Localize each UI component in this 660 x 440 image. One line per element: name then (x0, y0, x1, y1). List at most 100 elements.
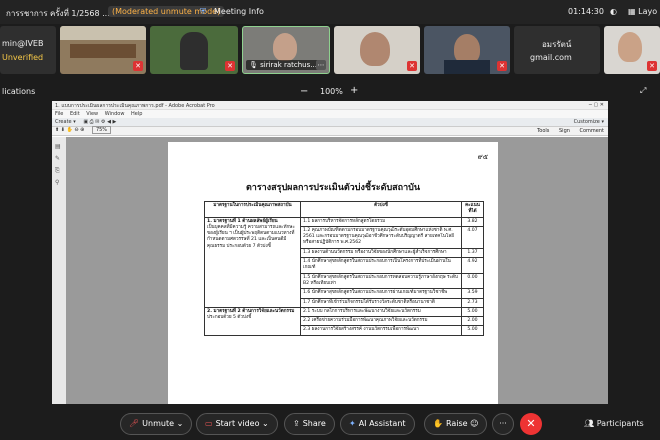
zoom-select[interactable]: 75% (91, 126, 112, 134)
unmute-button[interactable]: 🎤︎ Unmute ⌄ (120, 413, 193, 435)
meeting-top-bar: การรชาการ ครั้งที่ 1/2568 ... (Moderated… (0, 0, 660, 24)
standard-desc: เป็นบุคคลที่มีความรู้ ความสามารถและทักษะ… (207, 224, 295, 249)
standard-desc: ประกอบด้วย 5 ตัวบ่งชี้ (207, 315, 252, 321)
score-cell: 2.73 (461, 297, 484, 308)
indicator-cell: 1.1 ผลการบริหารจัดการหลักสูตรโดยรวม (300, 216, 462, 227)
layout-button[interactable]: ▦ Layo (628, 7, 657, 16)
indicator-cell: 1.6 นักศึกษาสุขหลักสูตรในสถานประกอบการผ่… (300, 288, 462, 299)
participant-status: Unverified (2, 53, 44, 62)
meeting-info-button[interactable]: Meeting Info (214, 7, 264, 16)
leave-button[interactable]: ✕ (520, 413, 542, 435)
score-cell: 5.00 (461, 325, 484, 336)
participant-tile[interactable]: ✕ (150, 26, 238, 74)
customize-button[interactable]: Customize ▾ (574, 119, 604, 125)
tools-tab[interactable]: Tools (537, 128, 549, 134)
sign-tab[interactable]: Sign (559, 128, 570, 134)
participant-tile[interactable]: min@IVEB Unverified (0, 26, 56, 74)
raise-hand-icon: ✋ (433, 419, 443, 428)
zoom-in-button[interactable]: + (350, 85, 358, 96)
assessment-table: มาตรฐานในการประเมินคุณภาพสถาบัน ตัวบ่งชี… (204, 201, 484, 336)
window-title: 1. แบบการประเมินผลการประเมินคุณภาพการ.pd… (55, 103, 215, 109)
document-viewport[interactable]: ▤ ✎ ⎘ ⚲ ๙๕ ตารางสรุปผลการประเมินตัวบ่งชี้ระ… (52, 137, 608, 433)
score-cell: 3.59 (461, 288, 484, 299)
ai-assistant-icon: ✦ (349, 419, 356, 428)
create-button[interactable]: Create ▾ (55, 119, 76, 125)
header-score: คะแนนที่ได้ (461, 201, 484, 218)
participant-name-label: sirirak ratchus... (260, 61, 317, 69)
indicator-cell: 1.7 นักศึกษาที่เข้าร่วมกิจกรรมได้รับรางว… (300, 297, 462, 308)
standard-title: 1. มาตรฐานที่ 1 ด้านผลลัพธ์ผู้เรียน (207, 218, 278, 224)
page-title: ตารางสรุปผลการประเมินตัวบ่งชี้ระดับสถาบั… (245, 183, 421, 193)
header-standard: มาตรฐานในการประเมินคุณภาพสถาบัน (204, 201, 301, 218)
score-cell: 4.92 (461, 257, 484, 274)
share-icon: ⇪ (293, 419, 300, 428)
participant-name: อมรรัตน์ (542, 40, 572, 49)
menu-window[interactable]: Window (105, 111, 125, 117)
muted-mic-icon: ✕ (497, 61, 507, 71)
shield-icon: ⛨ (200, 7, 206, 16)
participants-icon: 👥︎ (584, 419, 595, 428)
start-video-button[interactable]: ▭ Start video ⌄ (196, 413, 278, 435)
menu-view[interactable]: View (86, 111, 98, 117)
table-row: 2. มาตรฐานที่ 2 ด้านการวิจัยและนวัตกรรมป… (204, 306, 484, 336)
participant-tile[interactable]: อมรรัตน์ gmail.com (514, 26, 600, 74)
score-cell: 2.00 (461, 316, 484, 327)
layout-icon: ▦ (628, 7, 636, 16)
video-wall (60, 26, 146, 40)
zoom-out-button[interactable]: − (300, 86, 308, 97)
raise-hand-button[interactable]: ✋ Raise ☺ (424, 413, 488, 435)
menu-file[interactable]: File (55, 111, 63, 117)
window-controls[interactable]: ─ ▢ ✕ (589, 102, 604, 108)
toolbar-icons[interactable]: ▣ ⎙ ✉ ⚙ ◀ ▶ (83, 119, 116, 125)
score-cell: 3.82 (461, 216, 484, 227)
acrobat-menu-bar: File Edit View Window Help (52, 110, 608, 118)
expand-icon[interactable]: ⤢ (640, 86, 646, 96)
standard-cell: 1. มาตรฐานที่ 1 ด้านผลลัพธ์ผู้เรียน เป็นบ… (204, 216, 301, 308)
page-number: ๙๕ (477, 153, 488, 161)
share-button[interactable]: ⇪ Share (284, 413, 335, 435)
navigation-pane[interactable]: ▤ ✎ ⎘ ⚲ (52, 137, 66, 433)
muted-mic-icon: ✕ (647, 61, 657, 71)
video-table (70, 44, 136, 58)
moderated-badge: (Moderated unmute mode) (108, 6, 225, 17)
comment-tab[interactable]: Comment (580, 128, 605, 134)
chevron-down-icon: ⌄ (176, 419, 184, 428)
meeting-controls: 🎤︎ Unmute ⌄ ▭ Start video ⌄ ⇪ Share ✦ AI Ass… (0, 404, 660, 440)
nav-icons[interactable]: ⬆ ⬇ ✋ ⊖ ⊕ (55, 127, 84, 133)
acrobat-window: 1. แบบการประเมินผลการประเมินคุณภาพการ.pd… (52, 101, 608, 433)
chevron-down-icon: ⌄ (262, 419, 269, 428)
participants-label: Participants (596, 419, 644, 428)
participant-strip: min@IVEB Unverified ✕ ✕ 🎙 sirirak ratchu… (0, 24, 660, 76)
pane-icons[interactable]: ▤ ✎ ⎘ ⚲ (52, 137, 66, 193)
muted-mic-icon: ✕ (133, 61, 143, 71)
participant-tile[interactable]: ✕ (604, 26, 660, 74)
participant-tile[interactable]: ✕ (60, 26, 146, 74)
video-face (618, 32, 642, 62)
score-cell: 4.07 (461, 225, 484, 249)
zoom-level: 100% (320, 87, 343, 96)
participant-tile[interactable]: ✕ (334, 26, 420, 74)
muted-mic-icon: 🎤︎ (129, 419, 140, 428)
participant-tile[interactable]: ✕ (424, 26, 510, 74)
indicator-cell: 2.1 ระบบ กลไกการบริหารและพัฒนางานวิจัยแล… (300, 306, 462, 318)
participant-email: min@IVEB (2, 39, 44, 48)
layout-label: Layo (638, 7, 658, 16)
menu-help[interactable]: Help (131, 111, 142, 117)
more-icon: ⋯ (316, 60, 326, 70)
video-face (273, 33, 297, 61)
video-suit (444, 60, 490, 74)
meeting-title: การรชาการ ครั้งที่ 1/2568 ... (6, 9, 110, 18)
indicator-cell: 1.4 นักศึกษาสุขหลักสูตรในสถานประกอบการเป… (300, 257, 462, 274)
ai-assistant-button[interactable]: ✦ AI Assistant (340, 413, 415, 435)
participant-email: gmail.com (530, 53, 572, 62)
active-speaker-tile[interactable]: 🎙 sirirak ratchus... ⋯ (242, 26, 330, 74)
indicator-cell: 1.2 คุณภาพบัณฑิตตามกรอบมาตรฐานคุณวุฒิระด… (300, 225, 462, 249)
acrobat-toolbar: Create ▾ ▣ ⎙ ✉ ⚙ ◀ ▶ Customize ▾ (52, 118, 608, 127)
indicator-cell: 2.2 เครือข่ายความร่วมมือการพัฒนาคุณภาพวิ… (300, 316, 462, 327)
share-label: Share (302, 419, 326, 428)
meeting-timer: 01:14:30 (568, 7, 604, 16)
participants-button[interactable]: 👥︎ Participants (584, 419, 644, 428)
more-button[interactable]: ··· (492, 413, 514, 435)
menu-edit[interactable]: Edit (70, 111, 80, 117)
shared-app-label: lications (2, 87, 36, 96)
